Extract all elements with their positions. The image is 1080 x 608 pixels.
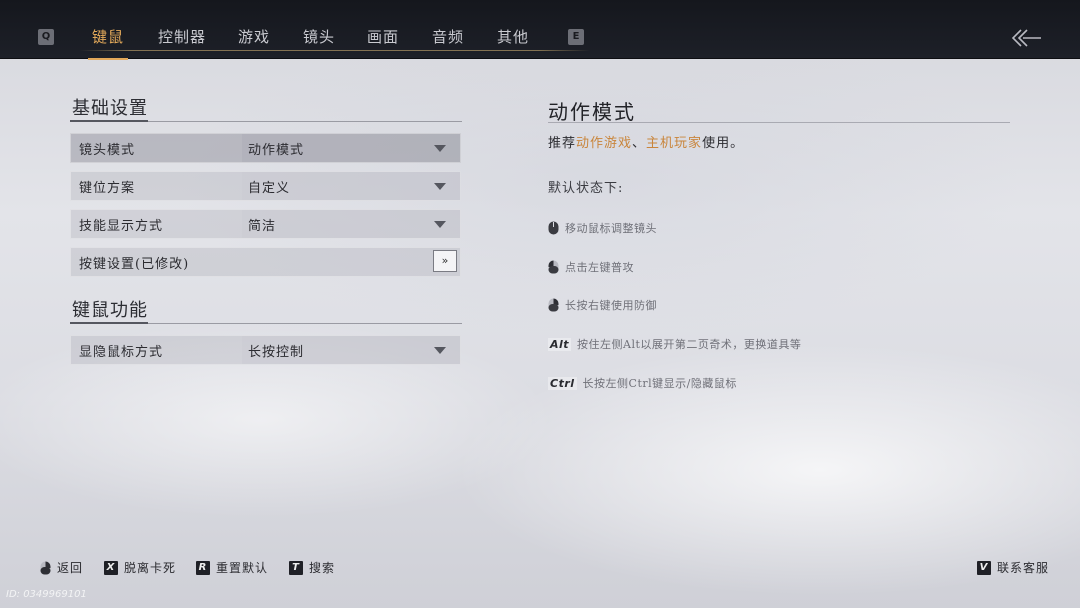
chevron-down-icon [434, 221, 446, 228]
footer-label: 脱离卡死 [124, 561, 177, 575]
camera-mode-dropdown[interactable]: 动作模式 [242, 134, 460, 162]
setting-label: 技能显示方式 [79, 219, 164, 234]
rec-suffix: 使用。 [702, 136, 745, 151]
mouse-functions-title: 键鼠功能 [72, 300, 148, 321]
footer-label: 返回 [57, 561, 84, 575]
footer-label: 搜索 [309, 561, 336, 575]
rec-separator: 、 [632, 136, 647, 151]
footer-search-button[interactable]: T 搜索 [289, 559, 335, 576]
setting-label: 键位方案 [79, 181, 136, 196]
back-button[interactable] [1006, 22, 1046, 54]
tab-game[interactable]: 游戏 [238, 26, 270, 47]
footer-back-button[interactable]: 返回 [40, 559, 83, 576]
hint-left-click: 点击左键普攻 [548, 259, 634, 275]
tab-other[interactable]: 其他 [497, 26, 529, 47]
mouse-functions-accent [70, 322, 148, 324]
footer-unstuck-button[interactable]: X 脱离卡死 [104, 559, 176, 576]
player-id-text: ID: 0349969101 [6, 589, 87, 600]
mouse-right-click-icon [548, 298, 559, 312]
chevron-down-icon [434, 347, 446, 354]
top-nav-bar: Q 键鼠 控制器 游戏 镜头 画面 音频 其他 E [0, 0, 1080, 60]
tab-graphics[interactable]: 画面 [367, 26, 399, 47]
footer-label: 联系客服 [997, 561, 1050, 575]
tab-camera[interactable]: 镜头 [303, 26, 335, 47]
rec-highlight-console-players: 主机玩家 [646, 136, 703, 151]
rec-highlight-action-games: 动作游戏 [576, 136, 633, 151]
hint-text: 长按右键使用防御 [565, 299, 657, 312]
key-scheme-dropdown[interactable]: 自定义 [242, 172, 460, 200]
dropdown-value: 动作模式 [248, 143, 305, 158]
detail-title: 动作模式 [548, 100, 636, 124]
hint-text: 按住左侧Alt以展开第二页奇术，更换道具等 [577, 338, 802, 351]
footer-support-button[interactable]: V 联系客服 [977, 559, 1049, 576]
cursor-toggle-dropdown[interactable]: 长按控制 [242, 336, 460, 364]
ctrl-key-icon: Ctrl [548, 376, 577, 390]
setting-label: 按键设置(已修改) [79, 257, 190, 272]
t-key-icon: T [289, 560, 303, 575]
hint-alt: Alt 按住左侧Alt以展开第二页奇术，更换道具等 [548, 336, 801, 352]
footer-label: 重置默认 [216, 561, 269, 575]
chevron-down-icon [434, 145, 446, 152]
default-state-label: 默认状态下: [548, 181, 624, 196]
setting-label: 显隐鼠标方式 [79, 345, 164, 360]
basic-settings-accent [70, 120, 148, 122]
setting-key-scheme[interactable]: 键位方案 自定义 [70, 171, 461, 201]
skill-display-dropdown[interactable]: 简洁 [242, 210, 460, 238]
tab-audio[interactable]: 音频 [432, 26, 464, 47]
mouse-move-icon [548, 221, 559, 235]
hint-text: 移动鼠标调整镜头 [565, 222, 657, 235]
open-key-bindings-button[interactable]: » [433, 250, 457, 272]
back-arrow-icon [1011, 29, 1041, 47]
tab-underline [80, 50, 590, 51]
setting-camera-mode[interactable]: 镜头模式 动作模式 [70, 133, 461, 163]
hint-ctrl: Ctrl 长按左侧Ctrl键显示/隐藏鼠标 [548, 375, 737, 391]
hint-mouse-move: 移动鼠标调整镜头 [548, 220, 657, 236]
tab-keyboard-mouse[interactable]: 键鼠 [87, 26, 129, 60]
v-key-icon: V [977, 560, 991, 575]
r-key-icon: R [196, 560, 210, 575]
rec-prefix: 推荐 [548, 136, 577, 151]
prev-tab-key-hint[interactable]: Q [38, 29, 54, 45]
basic-settings-title: 基础设置 [72, 98, 148, 119]
alt-key-icon: Alt [548, 337, 572, 351]
setting-key-bindings[interactable]: 按键设置(已修改) » [70, 247, 461, 277]
hint-right-click: 长按右键使用防御 [548, 297, 657, 313]
tab-controller[interactable]: 控制器 [158, 26, 206, 47]
detail-recommendation: 推荐动作游戏、主机玩家使用。 [548, 132, 744, 151]
chevron-down-icon [434, 183, 446, 190]
hint-text: 长按左侧Ctrl键显示/隐藏鼠标 [582, 377, 737, 390]
setting-skill-display[interactable]: 技能显示方式 简洁 [70, 209, 461, 239]
footer-reset-button[interactable]: R 重置默认 [196, 559, 268, 576]
dropdown-value: 自定义 [248, 181, 291, 196]
next-tab-key-hint[interactable]: E [568, 29, 584, 45]
x-key-icon: X [104, 560, 118, 575]
setting-cursor-toggle[interactable]: 显隐鼠标方式 长按控制 [70, 335, 461, 365]
detail-divider [548, 122, 1010, 123]
setting-label: 镜头模式 [79, 143, 136, 158]
mouse-right-click-icon [40, 561, 51, 574]
mouse-left-click-icon [548, 260, 559, 274]
hint-text: 点击左键普攻 [565, 261, 634, 274]
dropdown-value: 简洁 [248, 219, 277, 234]
dropdown-value: 长按控制 [248, 345, 305, 360]
